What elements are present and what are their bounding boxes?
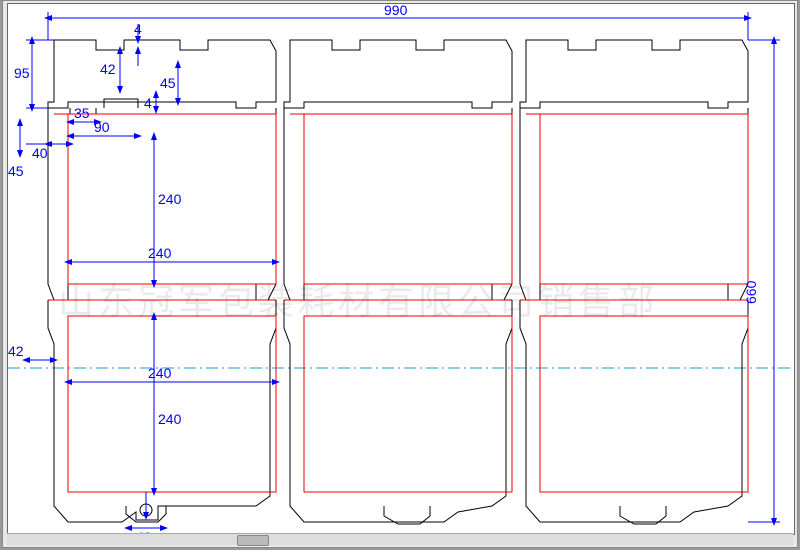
cad-window: 990 660 95 4 42 45 — [2, 0, 798, 548]
drawing-canvas[interactable]: 990 660 95 4 42 45 — [7, 3, 795, 535]
drawing-svg: 990 660 95 4 42 45 — [8, 4, 794, 534]
dim-notch-offset: 40 — [32, 145, 48, 161]
dim-top-gap: 4 — [134, 21, 142, 37]
dim-panel-w1: 240 — [148, 245, 172, 261]
dim-tab-gap: 45 — [160, 75, 176, 91]
dim-overall-height: 660 — [743, 280, 759, 304]
dim-panel-h2: 240 — [158, 411, 182, 427]
dim-notch-span: 90 — [94, 119, 110, 135]
dim-left-h: 45 — [8, 163, 24, 179]
dim-tab-h: 42 — [100, 61, 116, 77]
dim-flap-height: 95 — [14, 65, 30, 81]
dim-panel-w2: 240 — [148, 365, 172, 381]
dim-tab-gap2: 4 — [144, 95, 152, 111]
dim-tab-w: 35 — [74, 105, 90, 121]
dimensions: 990 660 95 4 42 45 — [8, 4, 780, 534]
dim-glue-w: 42 — [8, 343, 24, 359]
dim-overall-width: 990 — [384, 4, 408, 18]
horizontal-scrollbar[interactable] — [7, 533, 793, 545]
dim-panel-h1: 240 — [158, 191, 182, 207]
watermark-text: 山东冠军包装耗材有限公司销售部 — [58, 281, 658, 322]
scroll-thumb[interactable] — [237, 535, 269, 546]
